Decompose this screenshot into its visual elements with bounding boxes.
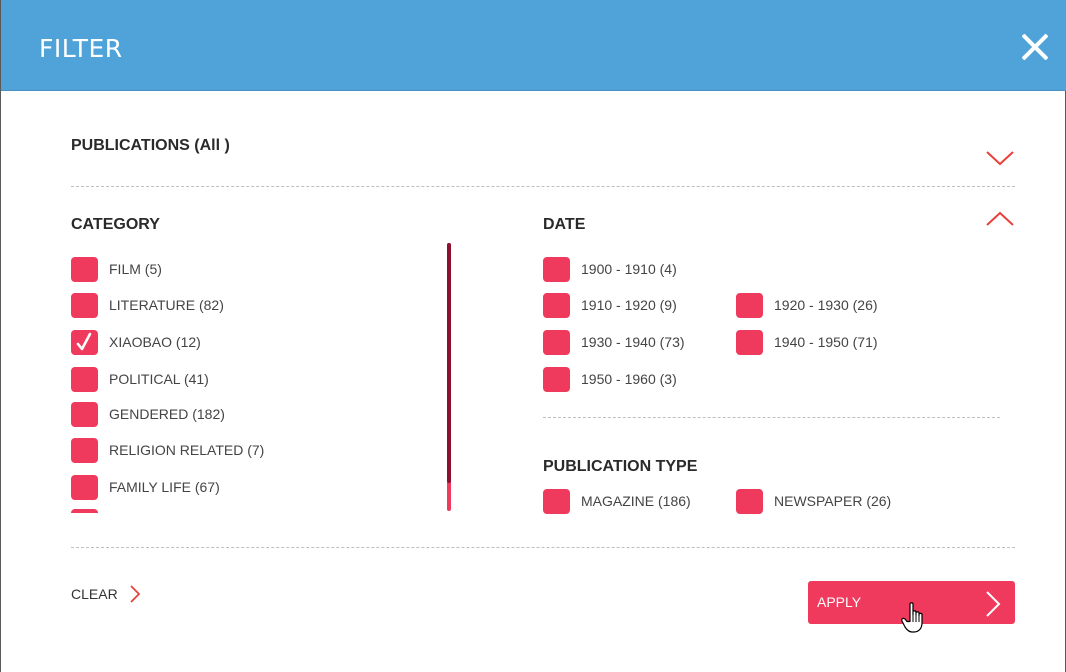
checkbox-category-film[interactable]: FILM (5) bbox=[71, 255, 162, 283]
checkbox[interactable] bbox=[71, 292, 98, 318]
checkbox-label: POLITICAL (41) bbox=[109, 371, 209, 387]
checkbox-date-1930-1940[interactable]: 1930 - 1940 (73) bbox=[543, 328, 685, 356]
checkbox[interactable] bbox=[71, 474, 98, 500]
checkbox[interactable] bbox=[543, 256, 570, 282]
checkbox-label: LITERATURE (82) bbox=[109, 297, 224, 313]
category-title: CATEGORY bbox=[71, 216, 160, 233]
checkbox-label: 1930 - 1940 (73) bbox=[581, 334, 685, 350]
checkbox-label: FAMILY LIFE (67) bbox=[109, 479, 220, 495]
checkmark-icon bbox=[76, 332, 92, 350]
chevron-right-icon bbox=[986, 591, 1001, 617]
checkbox-date-1940-1950[interactable]: 1940 - 1950 (71) bbox=[736, 328, 878, 356]
checkbox[interactable] bbox=[736, 329, 763, 355]
divider bbox=[71, 547, 1015, 548]
checkbox-label: 1910 - 1920 (9) bbox=[581, 297, 677, 313]
chevron-up-icon[interactable] bbox=[986, 211, 1014, 227]
checkbox-label: XIAOBAO (12) bbox=[109, 334, 201, 350]
dialog-header: FILTER bbox=[1, 0, 1066, 91]
checkbox[interactable] bbox=[71, 256, 98, 282]
divider bbox=[543, 417, 1000, 418]
checkbox-label: RELIGION RELATED (7) bbox=[109, 442, 265, 458]
divider bbox=[71, 186, 1015, 187]
apply-label: APPLY bbox=[817, 594, 862, 610]
scrollbar-thumb[interactable] bbox=[447, 243, 451, 483]
checkbox-label: 1920 - 1930 (26) bbox=[774, 297, 878, 313]
chevron-down-icon[interactable] bbox=[986, 150, 1014, 166]
checkbox[interactable] bbox=[71, 366, 98, 392]
checkbox[interactable] bbox=[543, 366, 570, 392]
checkbox-category-political[interactable]: POLITICAL (41) bbox=[71, 365, 209, 393]
checkbox-type-newspaper[interactable]: NEWSPAPER (26) bbox=[736, 487, 891, 515]
checkbox-label: 1940 - 1950 (71) bbox=[774, 334, 878, 350]
publications-title[interactable]: PUBLICATIONS (All ) bbox=[71, 137, 230, 155]
checkbox-date-1950-1960[interactable]: 1950 - 1960 (3) bbox=[543, 365, 677, 393]
checkbox-category-gendered[interactable]: GENDERED (182) bbox=[71, 400, 225, 428]
chevron-right-icon bbox=[130, 585, 140, 603]
clear-label: CLEAR bbox=[71, 586, 118, 602]
checkbox-label: 1900 - 1910 (4) bbox=[581, 261, 677, 277]
checkbox[interactable] bbox=[71, 401, 98, 427]
checkbox[interactable] bbox=[736, 292, 763, 318]
checkbox-category-religion-related[interactable]: RELIGION RELATED (7) bbox=[71, 436, 264, 464]
checkbox[interactable] bbox=[736, 488, 763, 514]
checkbox-category-xiaobao[interactable]: XIAOBAO (12) bbox=[71, 328, 201, 356]
hand-cursor-icon bbox=[901, 602, 923, 633]
checkbox[interactable] bbox=[543, 488, 570, 514]
checkbox[interactable] bbox=[543, 329, 570, 355]
filter-dialog: FILTER PUBLICATIONS (All ) CATEGORY FILM… bbox=[0, 0, 1066, 672]
date-title: DATE bbox=[543, 216, 586, 233]
checkbox-date-1900-1910[interactable]: 1900 - 1910 (4) bbox=[543, 255, 677, 283]
publication-type-title: PUBLICATION TYPE bbox=[543, 458, 698, 475]
checkbox-date-1920-1930[interactable]: 1920 - 1930 (26) bbox=[736, 291, 878, 319]
close-icon[interactable] bbox=[1019, 30, 1051, 62]
checkbox-label: FILM (5) bbox=[109, 261, 162, 277]
dialog-title: FILTER bbox=[39, 34, 123, 63]
checkbox-category-family-life[interactable]: FAMILY LIFE (67) bbox=[71, 473, 220, 501]
checkbox[interactable] bbox=[543, 292, 570, 318]
checkbox-category-literature[interactable]: LITERATURE (82) bbox=[71, 291, 224, 319]
checkbox-label: 1950 - 1960 (3) bbox=[581, 371, 677, 387]
checkbox-label: GENDERED (182) bbox=[109, 406, 225, 422]
checkbox[interactable] bbox=[71, 437, 98, 463]
checkbox-label: NEWSPAPER (26) bbox=[774, 493, 892, 509]
checkbox-label: MAGAZINE (186) bbox=[581, 493, 691, 509]
checkbox-type-magazine[interactable]: MAGAZINE (186) bbox=[543, 487, 691, 515]
checkbox-checked[interactable] bbox=[71, 329, 98, 355]
clear-button[interactable]: CLEAR bbox=[71, 585, 140, 603]
checkbox-partial bbox=[71, 509, 98, 513]
checkbox-date-1910-1920[interactable]: 1910 - 1920 (9) bbox=[543, 291, 677, 319]
